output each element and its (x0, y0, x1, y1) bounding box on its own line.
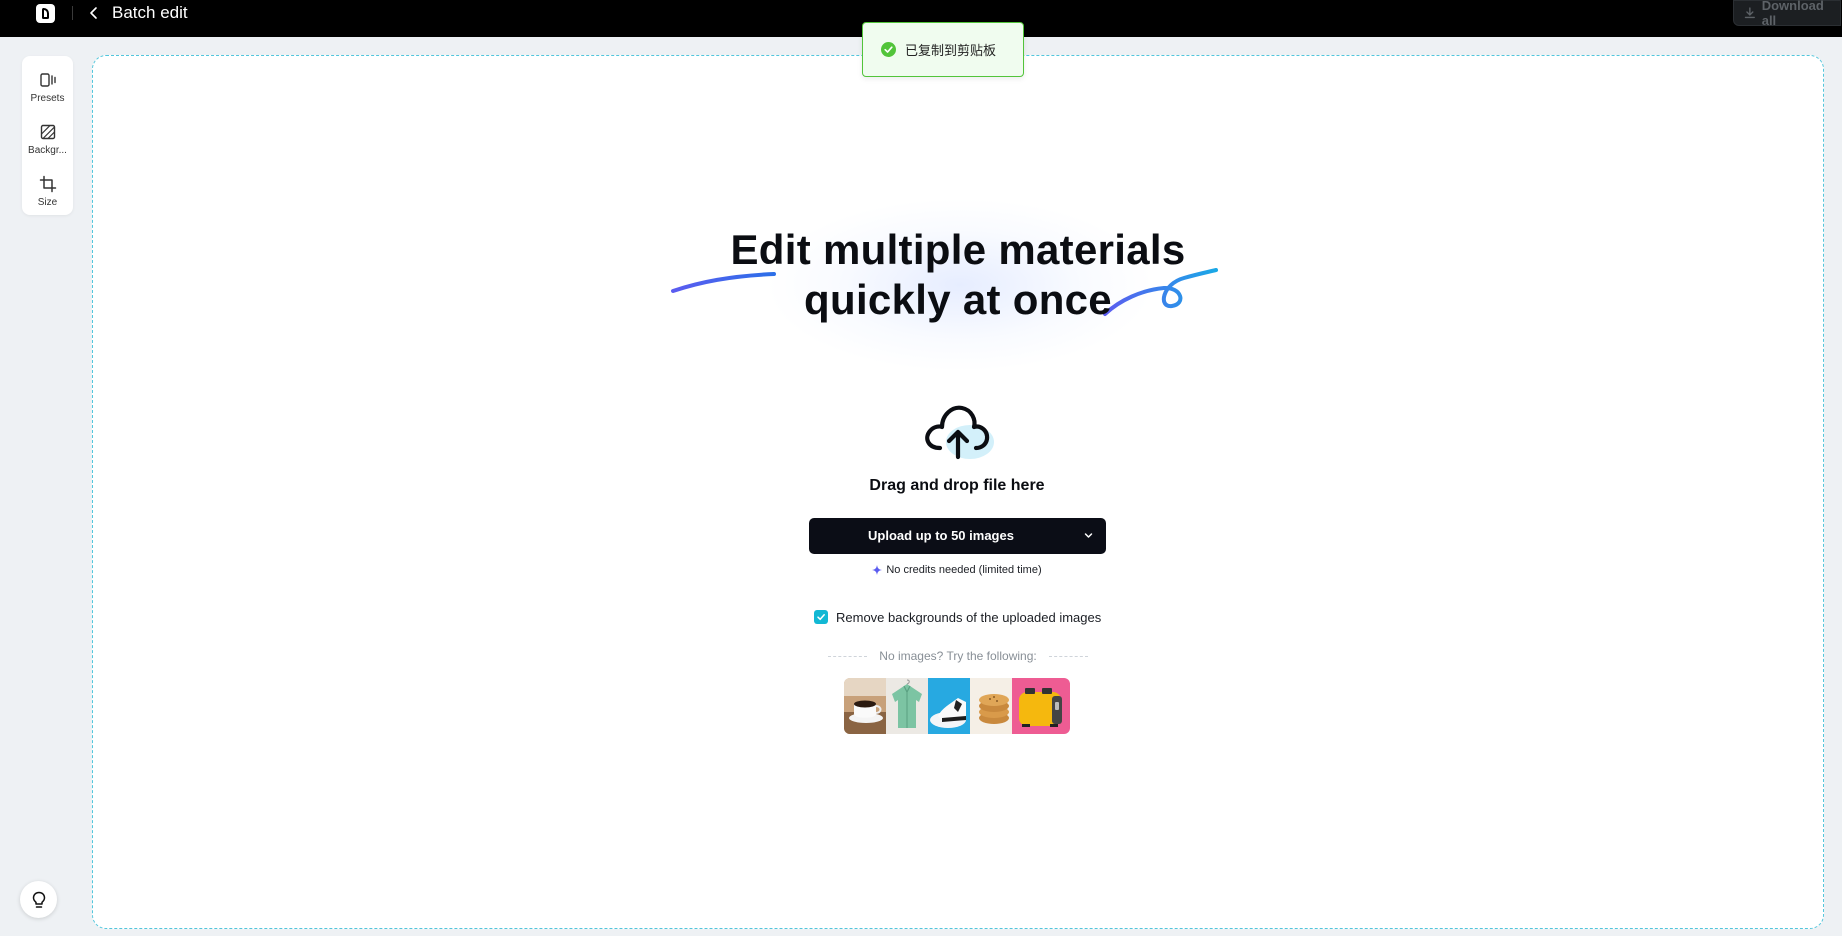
copied-toast: 已复制到剪贴板 (862, 22, 1024, 77)
crop-icon (39, 175, 56, 193)
sample-image-sneaker[interactable] (928, 678, 970, 734)
tool-size[interactable]: Size (22, 165, 73, 213)
presets-icon (39, 73, 56, 87)
checkmark-icon (817, 614, 825, 621)
topbar-divider (72, 6, 73, 20)
divider-line-right (1048, 655, 1088, 657)
tool-size-label: Size (37, 197, 58, 208)
lightbulb-icon (32, 891, 45, 908)
remove-background-option[interactable]: Remove backgrounds of the uploaded image… (814, 609, 1101, 625)
app-logo[interactable] (36, 4, 55, 23)
sample-image-toaster[interactable] (1012, 678, 1070, 734)
credits-note: No credits needed (limited time) (820, 564, 1094, 576)
credits-text: No credits needed (limited time) (886, 564, 1042, 576)
download-icon (1744, 7, 1755, 19)
chevron-left-icon (90, 7, 97, 19)
drag-drop-text: Drag and drop file here (869, 477, 1045, 494)
divider-line-left (828, 655, 868, 657)
cookies-thumbnail (970, 678, 1012, 734)
try-samples-text: No images? Try the following: (879, 649, 1037, 663)
tool-background[interactable]: Backgr... (22, 113, 73, 161)
headline-line-2: quickly at once (804, 276, 1112, 323)
back-button[interactable] (84, 1, 104, 25)
sneaker-thumbnail (928, 678, 970, 734)
upload-images-label: Upload up to 50 images (868, 528, 1014, 543)
toaster-thumbnail (1012, 678, 1070, 734)
tool-presets-label: Presets (30, 93, 65, 104)
coffee-cup-thumbnail (844, 678, 886, 734)
toast-message: 已复制到剪贴板 (905, 44, 997, 59)
sparkle-icon (872, 565, 883, 575)
sample-images (844, 678, 1070, 734)
tool-panel: Presets Backgr... Size (22, 56, 73, 215)
sample-image-shirt[interactable] (886, 678, 928, 734)
headline-line-1: Edit multiple materials (730, 226, 1186, 273)
remove-background-label: Remove backgrounds of the uploaded image… (836, 609, 1102, 625)
chevron-down-icon[interactable] (1083, 530, 1094, 541)
success-check-icon (881, 42, 896, 57)
shirt-thumbnail (886, 678, 928, 734)
sample-image-cookies[interactable] (970, 678, 1012, 734)
download-all-label: Download all (1761, 0, 1824, 28)
page-headline: Edit multiple materials quickly at once (600, 225, 1316, 325)
try-samples-divider: No images? Try the following: (828, 648, 1088, 664)
sample-image-coffee[interactable] (844, 678, 886, 734)
tips-button[interactable] (20, 881, 57, 918)
tool-background-label: Backgr... (28, 145, 67, 156)
background-icon (40, 124, 55, 140)
remove-background-checkbox[interactable] (814, 610, 828, 624)
page-title: Batch edit (112, 3, 188, 22)
tool-presets[interactable]: Presets (22, 61, 73, 109)
upload-images-button[interactable]: Upload up to 50 images (809, 518, 1106, 554)
cloud-upload-icon (925, 405, 994, 460)
download-all-button[interactable]: Download all (1733, 0, 1841, 28)
